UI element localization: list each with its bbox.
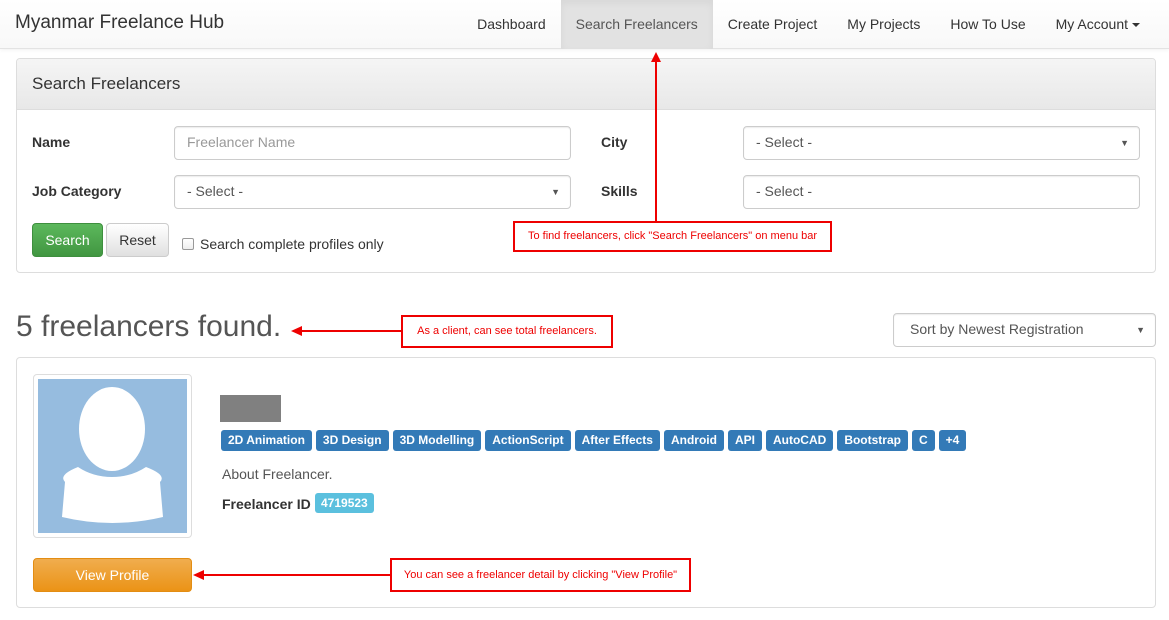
freelancer-about: About Freelancer. (222, 466, 333, 482)
skills-label: Skills (601, 183, 638, 199)
dropdown-arrow-icon: ▼ (1136, 325, 1145, 335)
reset-button[interactable]: Reset (106, 223, 169, 257)
name-input[interactable]: Freelancer Name (174, 126, 571, 160)
skill-tag: After Effects (574, 430, 660, 451)
job-category-label: Job Category (32, 183, 122, 199)
brand-logo[interactable]: Myanmar Freelance Hub (15, 12, 224, 34)
skill-tag: AutoCAD (765, 430, 834, 451)
navbar: Myanmar Freelance Hub Dashboard Search F… (0, 0, 1169, 49)
skill-tag: ActionScript (485, 430, 571, 451)
annotation-arrow-view (202, 574, 391, 576)
complete-profiles-checkbox[interactable] (182, 238, 194, 250)
dropdown-arrow-icon: ▼ (1120, 138, 1129, 148)
skill-tag: 3D Design (315, 430, 389, 451)
annotation-total: As a client, can see total freelancers. (401, 315, 613, 348)
job-category-select-value: - Select - (187, 183, 244, 199)
nav-create-project[interactable]: Create Project (713, 0, 832, 49)
annotation-arrow-total (300, 330, 402, 332)
arrowhead-icon (193, 570, 204, 580)
my-account-label: My Account (1055, 16, 1128, 32)
nav-search-freelancers[interactable]: Search Freelancers (560, 0, 713, 49)
skill-tag: Android (663, 430, 724, 451)
skill-tag: C (911, 430, 935, 451)
arrowhead-icon (651, 52, 661, 62)
skill-tag: 2D Animation (221, 430, 312, 451)
complete-profiles-option[interactable]: Search complete profiles only (182, 236, 384, 252)
search-button[interactable]: Search (32, 223, 103, 257)
skills-input[interactable]: - Select - (743, 175, 1140, 209)
nav-menu: Dashboard Search Freelancers Create Proj… (462, 0, 1155, 49)
annotation-menu: To find freelancers, click "Search Freel… (513, 221, 832, 252)
annotation-view: You can see a freelancer detail by click… (390, 558, 691, 592)
arrowhead-icon (291, 326, 302, 336)
skill-tag: 3D Modelling (392, 430, 482, 451)
complete-profiles-label: Search complete profiles only (200, 236, 384, 252)
dropdown-arrow-icon: ▼ (551, 187, 560, 197)
freelancer-name-redacted (220, 395, 281, 422)
sort-select[interactable]: Sort by Newest Registration ▼ (893, 313, 1156, 347)
skill-tag: Bootstrap (837, 430, 908, 451)
name-label: Name (32, 134, 71, 150)
nav-dashboard[interactable]: Dashboard (462, 0, 561, 49)
city-select[interactable]: - Select - ▼ (743, 126, 1140, 160)
user-silhouette-icon (38, 379, 187, 533)
freelancer-id-label: Freelancer ID (222, 496, 311, 512)
job-category-select[interactable]: - Select - ▼ (174, 175, 571, 209)
annotation-arrow-menu (655, 60, 657, 221)
search-panel-title: Search Freelancers (17, 59, 1155, 110)
sort-select-value: Sort by Newest Registration (910, 321, 1084, 337)
skill-tags: 2D Animation 3D Design 3D Modelling Acti… (221, 430, 967, 451)
skill-tag: API (727, 430, 762, 451)
caret-down-icon (1132, 23, 1140, 28)
city-label: City (601, 134, 628, 150)
results-count: 5 freelancers found. (16, 310, 282, 343)
nav-my-account[interactable]: My Account (1041, 0, 1155, 49)
view-profile-button[interactable]: View Profile (33, 558, 192, 592)
nav-my-projects[interactable]: My Projects (832, 0, 935, 49)
freelancer-id-badge: 4719523 (315, 493, 374, 513)
nav-how-to-use[interactable]: How To Use (935, 0, 1040, 49)
city-select-value: - Select - (756, 134, 813, 150)
avatar (33, 374, 192, 538)
more-skills-tag: +4 (938, 430, 967, 451)
